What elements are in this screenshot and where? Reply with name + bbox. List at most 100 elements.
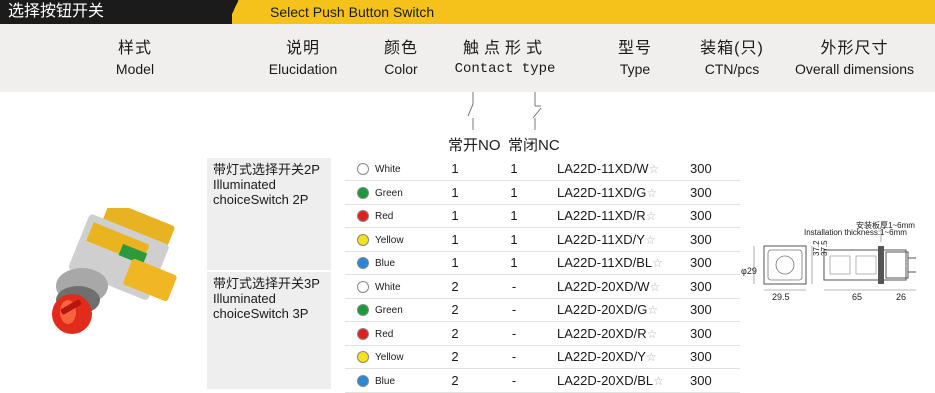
- header-contact-cn: 触点形式: [462, 40, 547, 57]
- color-swatch-icon: [357, 281, 369, 293]
- color-swatch-icon: [357, 375, 369, 387]
- contact-no-count: 1: [451, 255, 459, 270]
- color-swatch-icon: [357, 257, 369, 269]
- contact-nc-count: 1: [510, 255, 518, 270]
- color-cell: Red: [357, 205, 437, 227]
- contact-nc-count: 1: [510, 232, 518, 247]
- table-header: 样式 Model 说明 Elucidation 颜色 Color 触点形式 Co…: [0, 24, 935, 92]
- row-separator: [345, 227, 740, 228]
- header-dims-cn: 外形尺寸: [820, 40, 889, 57]
- ctn-count: 300: [690, 161, 712, 176]
- color-name: Yellow: [375, 234, 404, 246]
- product-photo: [52, 208, 177, 334]
- color-cell: Green: [357, 299, 437, 321]
- contact-no-count: 1: [451, 208, 459, 223]
- type-code: LA22D-11XD/Y☆: [557, 232, 656, 247]
- star-icon: ☆: [644, 233, 656, 247]
- color-cell: Yellow: [357, 229, 437, 251]
- color-swatch-icon: [357, 328, 369, 340]
- body-length-label: 65: [852, 292, 863, 302]
- star-icon: ☆: [649, 280, 661, 294]
- row-separator: [345, 180, 740, 181]
- header-type-en: Type: [619, 61, 651, 77]
- star-icon: ☆: [648, 162, 660, 176]
- install-thickness-en: Installation thickness:1~6mm: [804, 228, 907, 237]
- contact-nc-count: -: [511, 349, 517, 364]
- type-code: LA22D-11XD/BL☆: [557, 255, 663, 270]
- type-code: LA22D-11XD/R☆: [557, 208, 656, 223]
- banner-title-cn: 选择按钮开关: [0, 0, 232, 24]
- color-cell: Red: [357, 323, 437, 345]
- type-code-text: LA22D-20XD/G: [557, 302, 648, 317]
- color-swatch-icon: [357, 210, 369, 222]
- header-dims: 外形尺寸 Overall dimensions: [782, 38, 927, 80]
- header-dims-en: Overall dimensions: [794, 61, 915, 77]
- header-ctn-cn: 装箱(只): [700, 40, 764, 57]
- ctn-count: 300: [690, 208, 712, 223]
- ctn-count: 300: [690, 373, 712, 388]
- type-code: LA22D-20XD/R☆: [557, 326, 657, 341]
- front-width-label: 29.5: [772, 292, 790, 302]
- type-code-text: LA22D-11XD/G: [557, 185, 647, 200]
- contact-label-nc: 常闭NC: [508, 137, 560, 154]
- type-code: LA22D-11XD/W☆: [557, 161, 659, 176]
- header-elucidation: 说明 Elucidation: [258, 38, 348, 80]
- color-name: White: [375, 281, 401, 293]
- contact-no-count: 2: [451, 326, 459, 341]
- color-name: Yellow: [375, 351, 404, 363]
- contact-nc-count: -: [511, 302, 517, 317]
- color-cell: Green: [357, 182, 437, 204]
- header-color-cn: 颜色: [383, 40, 418, 57]
- color-name: Blue: [375, 375, 396, 387]
- row-separator: [345, 368, 740, 369]
- contact-no-count: 1: [451, 161, 459, 176]
- color-cell: White: [357, 158, 437, 180]
- type-code: LA22D-20XD/W☆: [557, 279, 660, 294]
- ctn-count: 300: [690, 326, 712, 341]
- contact-no-count: 2: [451, 373, 459, 388]
- header-elucidation-cn: 说明: [285, 40, 320, 57]
- type-code: LA22D-20XD/BL☆: [557, 373, 664, 388]
- type-code-text: LA22D-11XD/Y: [557, 232, 645, 247]
- contact-no-count: 2: [451, 279, 459, 294]
- ctn-count: 300: [690, 279, 712, 294]
- type-code-text: LA22D-11XD/BL: [557, 255, 653, 270]
- header-model-en: Model: [115, 61, 155, 77]
- header-elucidation-en: Elucidation: [268, 61, 338, 77]
- star-icon: ☆: [653, 374, 664, 388]
- type-code-text: LA22D-20XD/Y: [557, 349, 646, 364]
- contact-nc-count: -: [511, 279, 517, 294]
- star-icon: ☆: [645, 350, 657, 364]
- height-b-label: 37.5: [820, 240, 829, 256]
- ctn-count: 300: [690, 255, 712, 270]
- color-name: Green: [375, 187, 403, 199]
- contact-nc-count: -: [511, 326, 517, 341]
- diameter-label: φ29: [741, 266, 757, 276]
- header-type-cn: 型号: [617, 40, 652, 57]
- header-type: 型号 Type: [605, 38, 665, 80]
- color-name: Red: [375, 328, 394, 340]
- type-code-text: LA22D-20XD/BL: [557, 373, 654, 388]
- group-description-2p: 带灯式选择开关2P Illuminated choiceSwitch 2P: [207, 158, 331, 270]
- type-code: LA22D-20XD/Y☆: [557, 349, 657, 364]
- header-color-en: Color: [384, 61, 418, 77]
- color-swatch-icon: [357, 234, 369, 246]
- header-contact: 触点形式 Contact type: [445, 38, 565, 80]
- contact-nc-count: 1: [510, 161, 518, 176]
- dimension-drawing: 安装板厚1~6mm Installation thickness:1~6mm φ…: [740, 218, 930, 303]
- contact-nc-count: 1: [510, 185, 518, 200]
- row-separator: [345, 321, 740, 322]
- color-swatch-icon: [357, 304, 369, 316]
- ctn-count: 300: [690, 302, 712, 317]
- color-cell: White: [357, 276, 437, 298]
- type-code-text: LA22D-20XD/R: [557, 326, 647, 341]
- star-icon: ☆: [647, 303, 659, 317]
- type-code-text: LA22D-11XD/W: [557, 161, 649, 176]
- normally-open-contact-icon: [467, 92, 474, 130]
- rear-length-label: 26: [896, 292, 907, 302]
- color-name: Red: [375, 210, 394, 222]
- star-icon: ☆: [645, 209, 657, 223]
- contact-nc-count: -: [511, 373, 517, 388]
- header-ctn: 装箱(只) CTN/pcs: [694, 38, 770, 80]
- banner-slant: [222, 0, 244, 24]
